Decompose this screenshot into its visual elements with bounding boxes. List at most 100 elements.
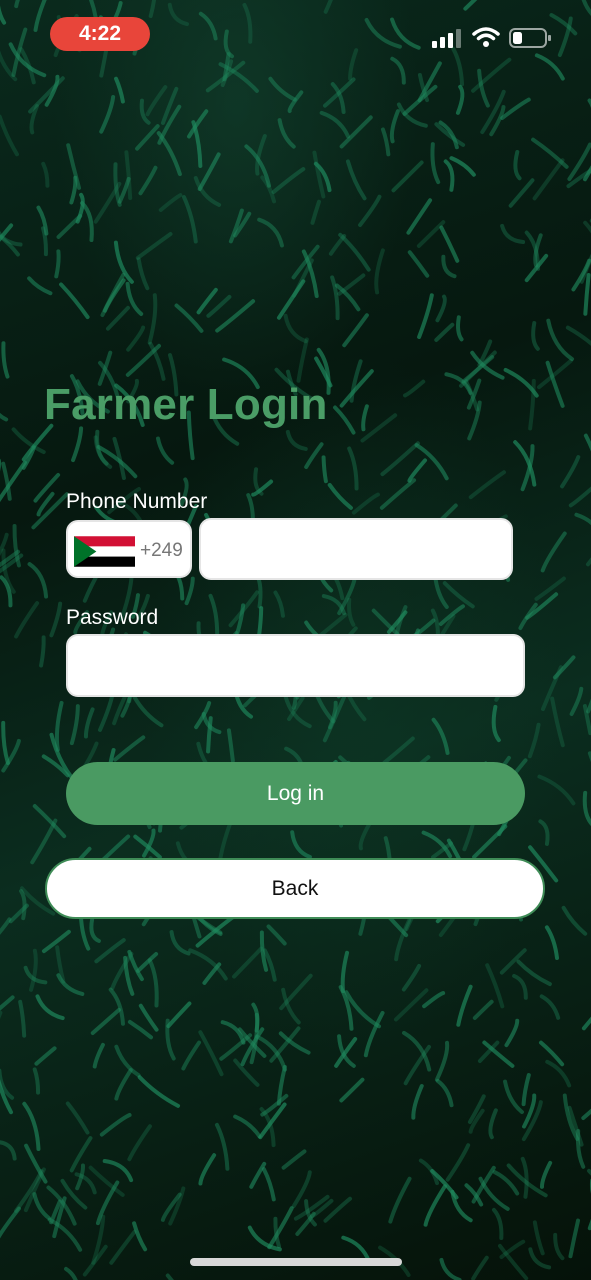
leaf-stroke: [388, 1176, 412, 1224]
leaf-stroke: [137, 1075, 181, 1108]
home-indicator[interactable]: [190, 1258, 402, 1266]
leaf-stroke: [276, 279, 306, 320]
leaf-stroke: [422, 991, 446, 1009]
leaf-stroke: [430, 608, 440, 639]
leaf-stroke: [181, 195, 198, 244]
leaf-stroke: [568, 1218, 581, 1259]
leaf-stroke: [521, 1073, 531, 1107]
leaf-stroke: [411, 1084, 424, 1120]
leaf-stroke: [417, 293, 434, 339]
leaf-stroke: [266, 924, 287, 946]
leaf-stroke: [273, 590, 285, 618]
leaf-stroke: [582, 790, 591, 827]
leaf-stroke: [538, 1040, 565, 1067]
leaf-stroke: [538, 819, 550, 846]
leaf-stroke: [443, 159, 455, 192]
leaf-stroke: [342, 313, 369, 348]
leaf-stroke: [268, 76, 297, 102]
leaf-stroke: [181, 1040, 202, 1071]
login-button[interactable]: Log in: [66, 762, 525, 825]
status-bar: 4:22: [0, 0, 591, 70]
leaf-stroke: [581, 1108, 591, 1121]
dial-code: +249: [140, 540, 183, 561]
leaf-stroke: [382, 736, 415, 765]
phone-number-input[interactable]: [199, 518, 513, 580]
status-time[interactable]: 4:22: [50, 17, 150, 51]
phone-number-label: Phone Number: [66, 490, 208, 513]
leaf-stroke: [574, 512, 591, 526]
leaf-stroke: [196, 287, 218, 315]
back-button[interactable]: Back: [45, 858, 545, 919]
leaf-stroke: [0, 917, 12, 935]
leaf-stroke: [339, 1077, 365, 1103]
leaf-stroke: [380, 441, 421, 477]
leaf-stroke: [0, 114, 19, 157]
leaf-stroke: [581, 1016, 591, 1031]
leaf-stroke: [197, 152, 221, 191]
leaf-stroke: [226, 728, 235, 763]
country-code-selector[interactable]: +249: [66, 520, 192, 578]
leaf-stroke: [108, 987, 125, 1026]
leaf-stroke: [27, 276, 53, 296]
leaf-stroke: [434, 322, 455, 342]
leaf-stroke: [257, 606, 264, 637]
leaf-stroke: [423, 1184, 447, 1227]
leaf-stroke: [69, 704, 80, 746]
leaf-stroke: [568, 486, 591, 508]
leaf-stroke: [191, 120, 203, 169]
leaf-stroke: [349, 359, 363, 403]
leaf-stroke: [527, 722, 541, 759]
leaf-stroke: [492, 1170, 520, 1196]
leaf-stroke: [435, 1078, 454, 1108]
leaf-stroke: [525, 592, 559, 620]
leaf-stroke: [414, 443, 449, 481]
leaf-stroke: [534, 576, 566, 601]
leaf-stroke: [126, 325, 146, 352]
leaf-stroke: [232, 946, 264, 979]
leaf-stroke: [333, 405, 356, 435]
leaf-stroke: [277, 118, 296, 149]
leaf-stroke: [345, 159, 367, 201]
leaf-stroke: [497, 1243, 529, 1280]
leaf-stroke: [500, 97, 531, 121]
leaf-stroke: [508, 178, 535, 208]
leaf-stroke: [287, 90, 304, 114]
leaf-stroke: [340, 950, 350, 994]
leaf-stroke: [93, 181, 122, 224]
leaf-stroke: [532, 1220, 545, 1256]
leaf-stroke: [117, 176, 131, 204]
leaf-stroke: [583, 220, 591, 234]
leaf-stroke: [83, 707, 95, 739]
leaf-stroke: [310, 199, 321, 225]
leaf-stroke: [127, 1124, 152, 1162]
leaf-stroke: [537, 774, 576, 806]
leaf-stroke: [393, 988, 429, 1022]
leaf-stroke: [135, 124, 160, 151]
leaf-stroke: [59, 282, 90, 320]
leaf-stroke: [147, 958, 159, 1008]
leaf-stroke: [124, 150, 133, 201]
leaf-stroke: [290, 830, 312, 860]
leaf-stroke: [281, 1149, 307, 1170]
leaf-stroke: [102, 1159, 134, 1183]
leaf-stroke: [198, 1153, 217, 1186]
leaf-stroke: [401, 963, 422, 992]
leaf-stroke: [261, 1167, 276, 1202]
leaf-stroke: [100, 272, 126, 318]
leaf-stroke: [491, 704, 501, 743]
leaf-stroke: [499, 948, 527, 975]
leaf-stroke: [439, 1257, 462, 1280]
leaf-stroke: [100, 834, 131, 862]
leaf-stroke: [18, 999, 27, 1038]
leaf-stroke: [56, 973, 85, 996]
leaf-stroke: [583, 433, 591, 452]
leaf-stroke: [109, 1229, 137, 1265]
leaf-stroke: [431, 717, 450, 755]
password-input[interactable]: [66, 634, 525, 697]
leaf-stroke: [89, 917, 101, 943]
leaf-stroke: [471, 1255, 489, 1280]
leaf-stroke: [32, 1067, 41, 1095]
leaf-stroke: [456, 984, 473, 1027]
leaf-stroke: [403, 379, 426, 398]
page-title: Farmer Login: [44, 380, 328, 429]
